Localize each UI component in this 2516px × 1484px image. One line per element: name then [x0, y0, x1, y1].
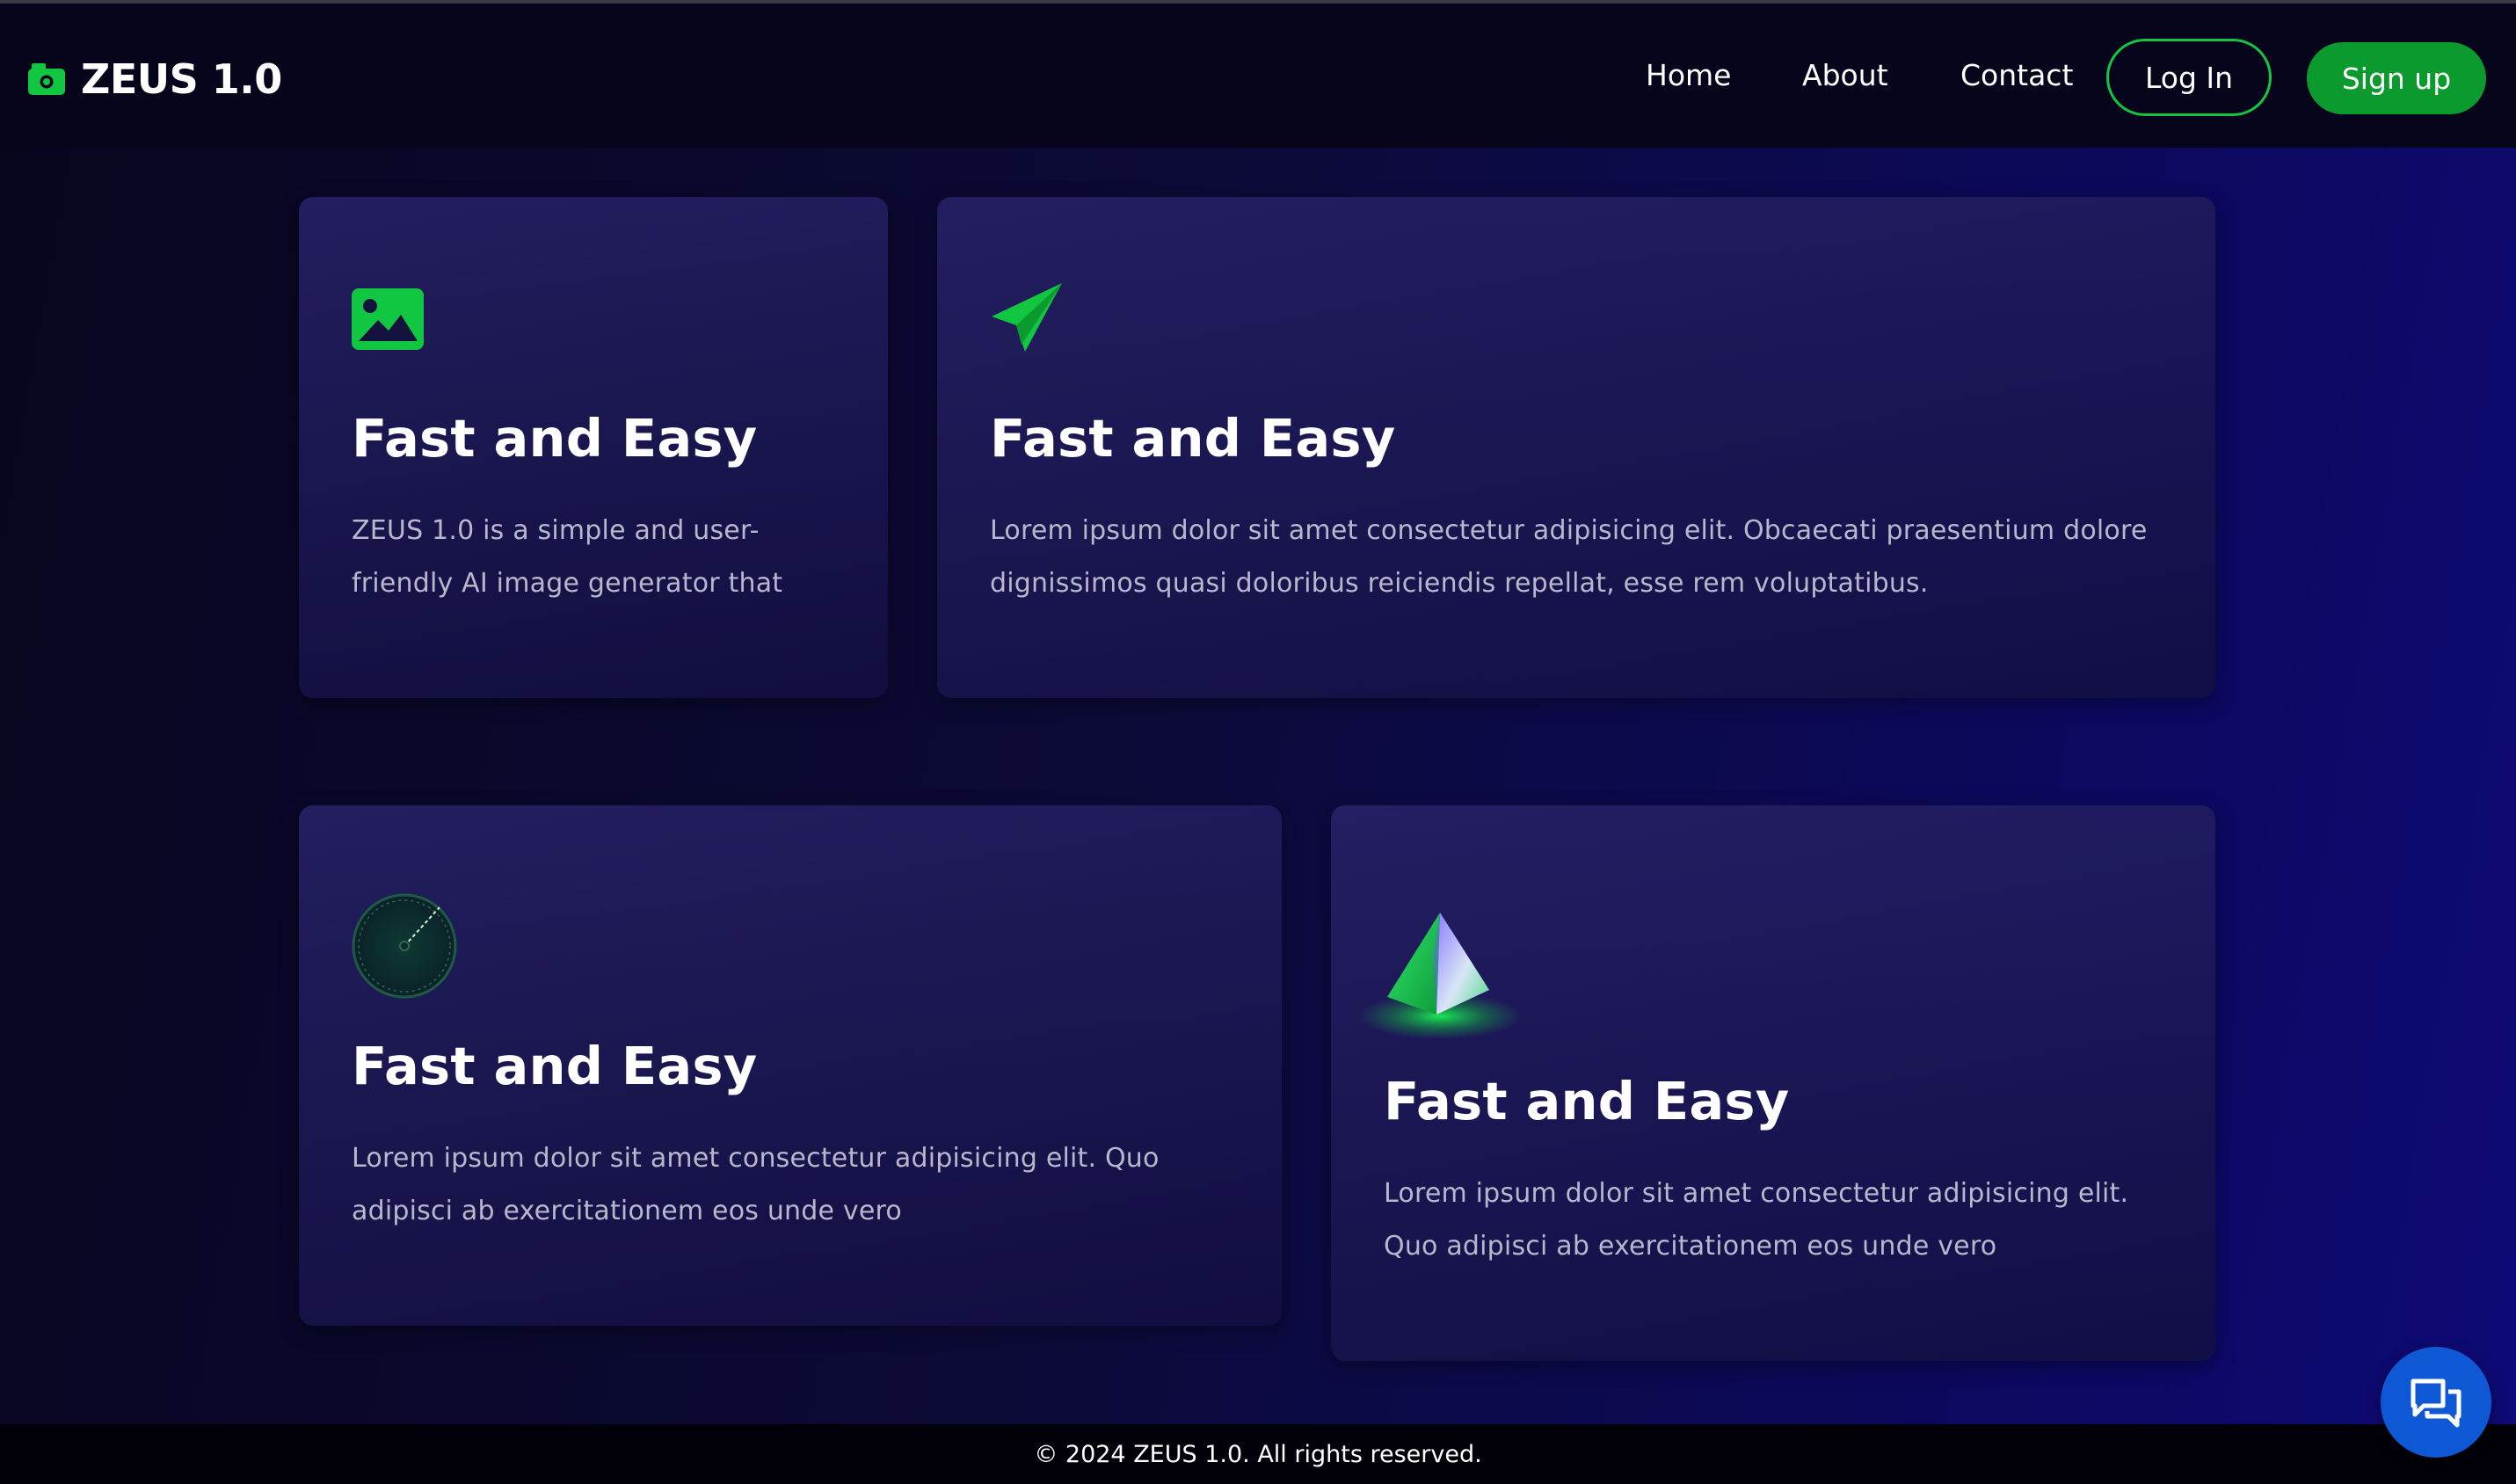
- paper-plane-icon: [992, 283, 1062, 352]
- copyright-text: © 2024 ZEUS 1.0. All rights reserved.: [1034, 1440, 1482, 1468]
- card-title: Fast and Easy: [1384, 1071, 1790, 1131]
- site-footer: © 2024 ZEUS 1.0. All rights reserved.: [0, 1424, 2516, 1484]
- brand-logo[interactable]: ZEUS 1.0: [28, 53, 282, 105]
- card-text: Lorem ipsum dolor sit amet consectetur a…: [352, 1143, 1160, 1226]
- chat-icon: [2411, 1379, 2461, 1428]
- nav-home-link[interactable]: Home: [1646, 58, 1731, 92]
- nav-about-link[interactable]: About: [1802, 58, 1888, 92]
- site-header: ZEUS 1.0 Home About Contact Log In Sign …: [0, 4, 2516, 148]
- login-button[interactable]: Log In: [2106, 39, 2272, 116]
- camera-icon: [28, 63, 65, 95]
- card-title: Fast and Easy: [990, 408, 1396, 469]
- chat-widget-button[interactable]: [2381, 1347, 2491, 1458]
- radar-icon: [352, 893, 457, 999]
- card-title: Fast and Easy: [352, 1036, 758, 1096]
- card-text: ZEUS 1.0 is a simple and user-friendly A…: [352, 515, 783, 599]
- card-text: Lorem ipsum dolor sit amet consectetur a…: [990, 515, 2148, 599]
- card-text: Lorem ipsum dolor sit amet consectetur a…: [1384, 1178, 2129, 1262]
- feature-card-3: Fast and Easy Lorem ipsum dolor sit amet…: [299, 805, 1282, 1326]
- feature-card-1: Fast and Easy ZEUS 1.0 is a simple and u…: [299, 197, 888, 698]
- pyramid-icon: [1359, 913, 1521, 1039]
- signup-button[interactable]: Sign up: [2307, 42, 2486, 114]
- brand-name: ZEUS 1.0: [81, 55, 282, 103]
- feature-card-2: Fast and Easy Lorem ipsum dolor sit amet…: [937, 197, 2215, 698]
- card-title: Fast and Easy: [352, 408, 758, 469]
- feature-card-4: Fast and Easy Lorem ipsum dolor sit amet…: [1331, 805, 2215, 1361]
- nav-contact-link[interactable]: Contact: [1960, 58, 2073, 92]
- image-icon: [352, 288, 424, 350]
